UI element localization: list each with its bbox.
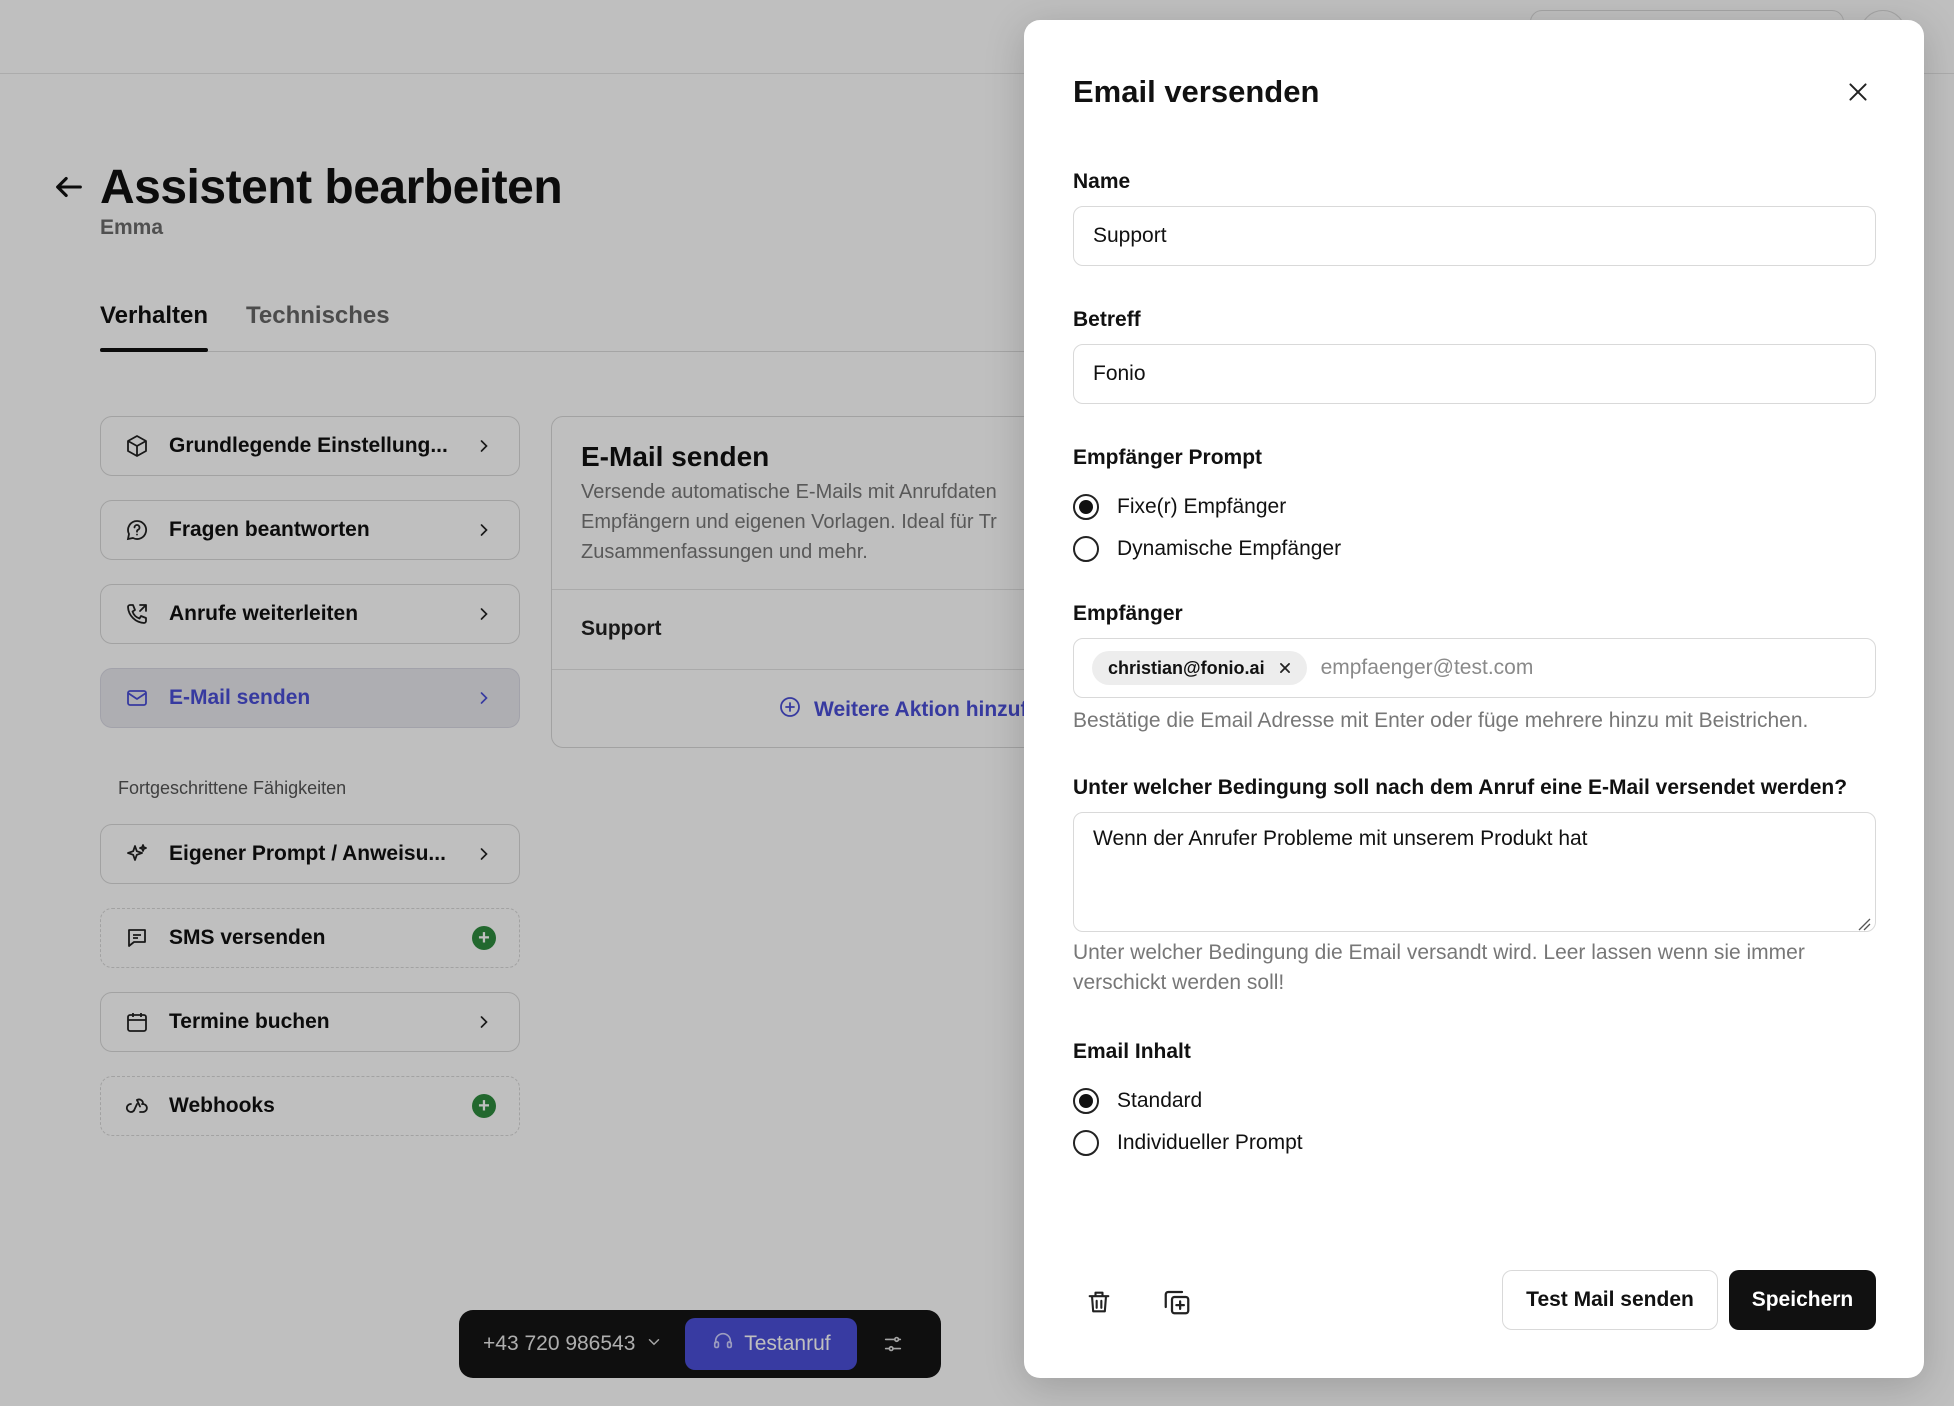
duplicate-icon[interactable] (1157, 1282, 1197, 1322)
condition-label: Unter welcher Bedingung soll nach dem An… (1073, 776, 1848, 799)
resize-grip-icon[interactable] (1857, 913, 1871, 931)
condition-help: Unter welcher Bedingung die Email versan… (1073, 941, 1805, 994)
radio-content-standard[interactable]: Standard (1073, 1088, 1202, 1114)
radio-unchecked-icon (1073, 1130, 1099, 1156)
name-input[interactable]: Support (1073, 206, 1876, 266)
dialog-title: Email versenden (1073, 74, 1320, 109)
email-content-label: Email Inhalt (1073, 1040, 1191, 1063)
radio-checked-icon (1073, 494, 1099, 520)
recipients-label: Empfänger (1073, 602, 1183, 625)
subject-label: Betreff (1073, 308, 1141, 331)
trash-icon[interactable] (1079, 1282, 1119, 1322)
test-mail-button[interactable]: Test Mail senden (1502, 1270, 1718, 1330)
email-dialog: Email versenden Name Support Betreff Fon… (1024, 20, 1924, 1378)
radio-fixed-recipients[interactable]: Fixe(r) Empfänger (1073, 494, 1286, 520)
recipient-chip: christian@fonio.ai (1092, 651, 1307, 685)
remove-chip-icon[interactable] (1277, 660, 1293, 676)
condition-textarea[interactable]: Wenn der Anrufer Probleme mit unserem Pr… (1073, 812, 1876, 932)
radio-content-custom-prompt[interactable]: Individueller Prompt (1073, 1130, 1303, 1156)
close-icon[interactable] (1842, 76, 1874, 108)
radio-checked-icon (1073, 1088, 1099, 1114)
recipients-help: Bestätige die Email Adresse mit Enter od… (1073, 709, 1809, 732)
save-button[interactable]: Speichern (1729, 1270, 1876, 1330)
radio-dynamic-recipients[interactable]: Dynamische Empfänger (1073, 536, 1341, 562)
recipient-prompt-label: Empfänger Prompt (1073, 446, 1263, 469)
subject-input[interactable]: Fonio (1073, 344, 1876, 404)
radio-unchecked-icon (1073, 536, 1099, 562)
recipients-field[interactable]: christian@fonio.ai (1073, 638, 1876, 698)
name-label: Name (1073, 170, 1131, 193)
recipient-input[interactable] (1320, 656, 1857, 680)
